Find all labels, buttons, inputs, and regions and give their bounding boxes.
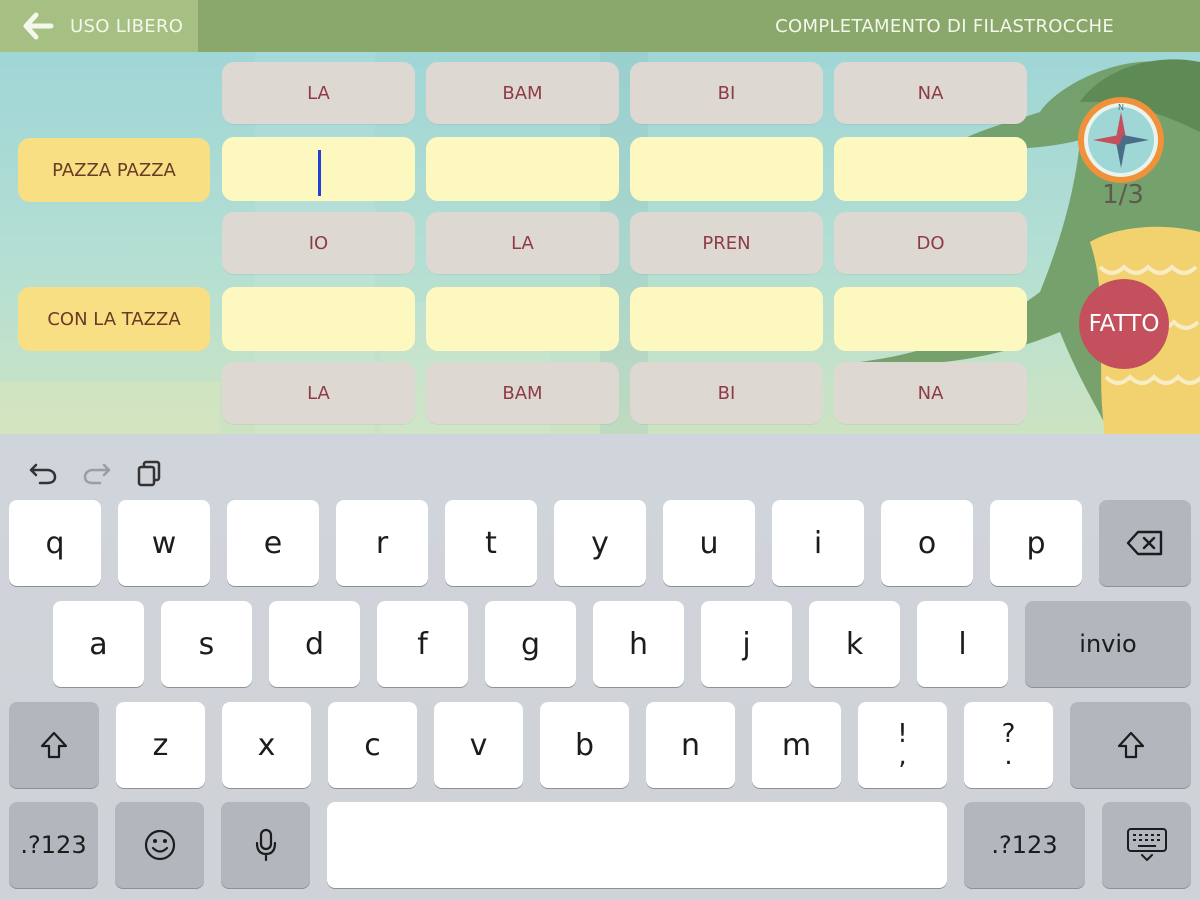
syllable-tile: LA	[426, 212, 619, 274]
key-a[interactable]: a	[53, 601, 144, 687]
key-s[interactable]: s	[161, 601, 252, 687]
key-c[interactable]: c	[328, 702, 417, 788]
key-d[interactable]: d	[269, 601, 360, 687]
key-u[interactable]: u	[663, 500, 755, 586]
syllable-input[interactable]	[426, 137, 619, 201]
syllable-tile: NA	[834, 362, 1027, 424]
compass-icon: N	[1078, 97, 1164, 183]
paste-icon[interactable]	[136, 459, 166, 487]
back-label: USO LIBERO	[70, 16, 184, 37]
key-bottom-char: ,	[898, 741, 907, 771]
key-b[interactable]: b	[540, 702, 629, 788]
on-screen-keyboard: q w e r t y u i o p a s d f g h j k l in…	[0, 434, 1200, 900]
undo-icon[interactable]	[28, 459, 58, 487]
key-bottom-char: .	[1004, 741, 1013, 771]
syllable-input[interactable]	[630, 287, 823, 351]
space-bar[interactable]	[327, 802, 947, 888]
hide-keyboard-key[interactable]	[1102, 802, 1191, 888]
shift-key-right[interactable]	[1070, 702, 1191, 788]
key-r[interactable]: r	[336, 500, 428, 586]
backspace-icon	[1126, 530, 1163, 556]
key-g[interactable]: g	[485, 601, 576, 687]
backspace-key[interactable]	[1099, 500, 1191, 586]
key-n[interactable]: n	[646, 702, 735, 788]
syllable-tile: IO	[222, 212, 415, 274]
syllable-tile: BI	[630, 62, 823, 124]
progress-counter: 1/3	[1102, 180, 1144, 210]
redo-icon[interactable]	[82, 459, 112, 487]
key-p[interactable]: p	[990, 500, 1082, 586]
return-key[interactable]: invio	[1025, 601, 1191, 687]
syllable-tile: BAM	[426, 62, 619, 124]
key-t[interactable]: t	[445, 500, 537, 586]
syllable-input[interactable]	[222, 287, 415, 351]
syllable-tile: DO	[834, 212, 1027, 274]
emoji-key[interactable]	[115, 802, 204, 888]
syllable-tile: LA	[222, 62, 415, 124]
dictation-key[interactable]	[221, 802, 310, 888]
emoji-icon	[144, 829, 175, 861]
key-z[interactable]: z	[116, 702, 205, 788]
back-button[interactable]: USO LIBERO	[0, 0, 198, 52]
syllable-tile: BI	[630, 362, 823, 424]
compass-letter: N	[1118, 103, 1124, 112]
key-y[interactable]: y	[554, 500, 646, 586]
text-cursor	[318, 150, 321, 196]
keyboard-hide-icon	[1126, 828, 1167, 861]
key-v[interactable]: v	[434, 702, 523, 788]
top-bar: USO LIBERO COMPLETAMENTO DI FILASTROCCHE	[0, 0, 1200, 52]
exercise-area: LA BAM BI NA PAZZA PAZZA IO LA PREN DO C…	[0, 52, 1200, 434]
syllable-tile: LA	[222, 362, 415, 424]
key-e[interactable]: e	[227, 500, 319, 586]
numbers-key-right[interactable]: .?123	[964, 802, 1085, 888]
key-o[interactable]: o	[881, 500, 973, 586]
key-m[interactable]: m	[752, 702, 841, 788]
key-j[interactable]: j	[701, 601, 792, 687]
key-k[interactable]: k	[809, 601, 900, 687]
syllable-input[interactable]	[834, 137, 1027, 201]
key-question-period[interactable]: ? .	[964, 702, 1053, 788]
key-w[interactable]: w	[118, 500, 210, 586]
microphone-icon	[255, 828, 276, 862]
key-h[interactable]: h	[593, 601, 684, 687]
syllable-tile: PREN	[630, 212, 823, 274]
key-i[interactable]: i	[772, 500, 864, 586]
syllable-input[interactable]	[630, 137, 823, 201]
page-title: COMPLETAMENTO DI FILASTROCCHE	[775, 16, 1114, 37]
verse-label: CON LA TAZZA	[18, 287, 210, 351]
done-button[interactable]: FATTO	[1079, 279, 1169, 369]
numbers-key-left[interactable]: .?123	[9, 802, 98, 888]
syllable-tile: NA	[834, 62, 1027, 124]
key-l[interactable]: l	[917, 601, 1008, 687]
syllable-input[interactable]	[426, 287, 619, 351]
syllable-input[interactable]	[834, 287, 1027, 351]
syllable-input[interactable]	[222, 137, 415, 201]
shift-key-left[interactable]	[9, 702, 99, 788]
shift-icon	[1117, 731, 1144, 759]
syllable-tile: BAM	[426, 362, 619, 424]
key-exclamation-comma[interactable]: ! ,	[858, 702, 947, 788]
verse-label: PAZZA PAZZA	[18, 138, 210, 202]
shift-icon	[40, 731, 68, 759]
key-x[interactable]: x	[222, 702, 311, 788]
back-arrow-icon	[23, 12, 54, 40]
key-q[interactable]: q	[9, 500, 101, 586]
key-f[interactable]: f	[377, 601, 468, 687]
